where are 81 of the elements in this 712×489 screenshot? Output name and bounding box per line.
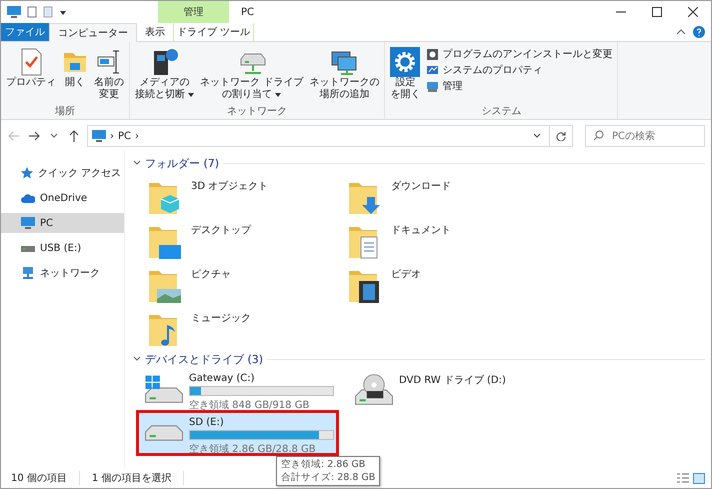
sidebar-label: USB (E:) xyxy=(40,242,82,254)
sidebar-label: クイック アクセス xyxy=(38,167,122,180)
caret-icon xyxy=(59,8,67,16)
drive-item[interactable]: Gateway (C:) 空き領域 848 GB/918 GB xyxy=(139,369,336,409)
folder-name[interactable]: デスクトップ xyxy=(191,221,251,237)
ribbon-button[interactable]: ネットワークの 場所の追加 xyxy=(307,45,382,104)
ribbon-button[interactable]: 設定 を開く xyxy=(388,45,422,104)
refresh-icon xyxy=(556,131,566,141)
ribbon-button[interactable]: ネットワーク ドライブ の割り当て xyxy=(198,45,306,104)
sidebar-item[interactable]: PC xyxy=(1,213,124,233)
address-bar[interactable]: › PC › xyxy=(87,125,550,147)
drive-icon xyxy=(145,375,183,403)
drive-item[interactable]: DVD RW ドライブ (D:) xyxy=(349,369,546,409)
optical-drive-icon xyxy=(355,374,393,404)
sidebar-item[interactable]: USB (E:) xyxy=(1,238,124,258)
page-icon xyxy=(43,6,53,18)
sidebar-label: OneDrive xyxy=(40,192,88,204)
window-title: PC xyxy=(241,6,256,20)
ribbon-button[interactable]: メディアの 接続と切断 xyxy=(133,45,196,104)
details-view-icon xyxy=(677,472,689,484)
ribbon-tab[interactable]: 表示 xyxy=(137,23,173,41)
forward-button[interactable] xyxy=(27,131,41,141)
up-button[interactable] xyxy=(67,130,81,142)
help-icon xyxy=(693,26,705,38)
search-field[interactable]: PCの検索 xyxy=(585,125,705,147)
settings-icon xyxy=(390,47,420,77)
folder-name[interactable]: ピクチャ xyxy=(191,265,231,281)
close-icon xyxy=(688,7,698,17)
monitor-icon xyxy=(92,130,106,142)
status-text: 10 個の項目 xyxy=(11,471,80,485)
group-label: ネットワーク xyxy=(226,105,288,119)
drive-icon xyxy=(145,425,183,441)
up-arrow-icon xyxy=(69,130,79,142)
tooltip: 空き領域: 2.86 GB 合計サイズ: 28.8 GB xyxy=(276,456,380,486)
monitor-icon xyxy=(426,64,440,76)
chevron-icon xyxy=(533,132,541,138)
status-text: 1 個の項目を選択 xyxy=(92,471,184,485)
drive-name: Gateway (C:) xyxy=(189,372,256,384)
collapse-icon xyxy=(677,29,685,35)
drive-icon xyxy=(21,244,35,252)
context-tab-header: 管理 xyxy=(158,1,229,23)
cloud-icon xyxy=(21,193,35,203)
drive-name: SD (E:) xyxy=(189,416,225,428)
program-icon xyxy=(426,48,440,60)
folder-name[interactable]: ダウンロード xyxy=(391,177,451,193)
section-title[interactable]: デバイスとドライブ (3) xyxy=(145,352,264,366)
computer-icon xyxy=(426,80,440,92)
monitor-icon xyxy=(7,6,21,18)
group-label: システム xyxy=(480,105,522,119)
folder-name[interactable]: ビデオ xyxy=(391,265,421,281)
ribbon-button[interactable]: 管理 xyxy=(424,79,614,93)
ribbon-button[interactable]: プログラムのアンインストールと変更 xyxy=(424,47,614,61)
sidebar-item[interactable]: OneDrive xyxy=(1,188,124,208)
ribbon-tab[interactable]: コンピューター xyxy=(49,23,137,42)
group-label: 場所 xyxy=(54,104,76,119)
folder-name[interactable]: ミュージック xyxy=(191,309,251,325)
chevron-icon xyxy=(50,133,58,139)
forward-arrow-icon xyxy=(28,131,40,141)
refresh-button[interactable] xyxy=(550,125,573,147)
star-icon xyxy=(21,167,33,179)
sidebar-label: PC xyxy=(40,218,54,228)
ribbon-button[interactable]: システムのプロパティ xyxy=(424,63,614,77)
ribbon-button[interactable]: 開く xyxy=(60,45,90,104)
monitor-icon xyxy=(21,217,35,229)
tiles-view-icon xyxy=(693,472,705,484)
ribbon-tab[interactable]: ファイル xyxy=(1,23,49,41)
ribbon-tab[interactable]: ドライブ ツール xyxy=(173,23,254,41)
maximize-icon xyxy=(652,7,662,17)
ribbon-button[interactable]: プロパティ xyxy=(4,45,58,104)
sidebar-label: ネットワーク xyxy=(40,267,100,280)
document-icon xyxy=(27,6,37,18)
section-title[interactable]: フォルダー (7) xyxy=(145,156,220,170)
network-icon xyxy=(21,267,35,279)
free-space-text: 空き領域 848 GB/918 GB xyxy=(189,398,310,412)
ribbon-button[interactable]: 名前の 変更 xyxy=(92,45,126,104)
sidebar-item[interactable]: ネットワーク xyxy=(1,263,124,283)
back-arrow-icon xyxy=(8,131,20,141)
folder-name[interactable]: ドキュメント xyxy=(391,221,451,237)
drive-name: DVD RW ドライブ (D:) xyxy=(399,374,506,387)
folder-name[interactable]: 3D オブジェクト xyxy=(191,177,268,193)
sidebar-item[interactable]: クイック アクセス xyxy=(1,163,124,183)
